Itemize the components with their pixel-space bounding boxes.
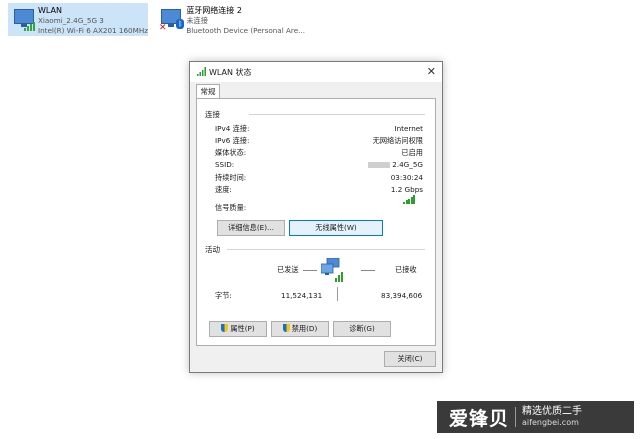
watermark-brand: 爱锋贝	[449, 407, 510, 430]
activity-separator	[337, 287, 338, 301]
row-value: 1.2 Gbps	[390, 185, 423, 194]
title-bar[interactable]: WLAN 状态 ✕	[190, 62, 442, 82]
network-activity-icon	[321, 258, 343, 282]
row-label: SSID:	[215, 160, 235, 169]
received-line	[361, 270, 375, 271]
bluetooth-adapter-icon: ✕ ᛒ	[159, 7, 185, 33]
wlan-status-dialog: WLAN 状态 ✕ 常规 连接 IPv4 连接: Internet IPv6 连…	[189, 61, 443, 373]
row-value: 无网络访问权限	[372, 136, 423, 145]
watermark-url: aifengbei.com	[522, 418, 579, 427]
properties-button[interactable]: 属性(P)	[209, 321, 267, 337]
divider	[249, 114, 425, 115]
wifi-adapter-icon	[12, 7, 35, 31]
diagnose-button[interactable]: 诊断(G)	[333, 321, 391, 337]
shield-icon	[221, 324, 229, 332]
row-value: Internet	[394, 124, 423, 133]
bytes-received-value: 83,394,606	[381, 291, 423, 300]
disable-button[interactable]: 禁用(D)	[271, 321, 329, 337]
redacted-block	[368, 162, 391, 168]
row-value: 2.4G_5G	[392, 160, 423, 169]
info-row: IPv4 连接: Internet	[215, 124, 423, 134]
wireless-properties-button[interactable]: 无线属性(W)	[289, 220, 383, 236]
ssid-value: 2.4G_5G	[368, 160, 423, 169]
row-label: IPv4 连接:	[215, 124, 250, 133]
adapter-network: 未连接	[186, 16, 208, 25]
signal-label: 信号质量:	[215, 203, 247, 212]
row-label: 速度:	[215, 185, 232, 194]
bytes-sent-value: 11,524,131	[281, 291, 323, 300]
adapter-device: Bluetooth Device (Personal Are...	[186, 26, 305, 35]
sent-label: 已发送	[277, 265, 299, 274]
row-label: 持续时间:	[215, 173, 247, 182]
adapter-device: Intel(R) Wi-Fi 6 AX201 160MHz	[37, 26, 148, 35]
row-value: 已启用	[401, 148, 423, 157]
tab-general[interactable]: 常规	[196, 84, 220, 99]
bluetooth-adapter-item[interactable]: ✕ ᛒ 蓝牙网络连接 2 未连接 Bluetooth Device (Perso…	[155, 3, 305, 36]
row-value: 03:30:24	[390, 173, 423, 182]
watermark-divider	[515, 407, 517, 427]
activity-header: 活动	[205, 245, 220, 254]
wlan-adapter-item[interactable]: WLAN Xiaomi_2.4G_5G 3 Intel(R) Wi-Fi 6 A…	[8, 3, 148, 36]
info-row: 媒体状态: 已启用	[215, 148, 423, 158]
shield-icon	[282, 324, 290, 332]
general-panel: 连接 IPv4 连接: Internet IPv6 连接: 无网络访问权限 媒体…	[196, 98, 436, 346]
dialog-title: WLAN 状态	[209, 68, 252, 77]
wifi-signal-icon	[197, 67, 206, 76]
row-label: IPv6 连接:	[215, 136, 250, 145]
details-button[interactable]: 详细信息(E)...	[217, 220, 285, 236]
info-row: 持续时间: 03:30:24	[215, 173, 423, 183]
adapter-name: WLAN	[37, 6, 62, 15]
close-button[interactable]: 关闭(C)	[384, 351, 436, 367]
bluetooth-icon: ᛒ	[176, 19, 185, 29]
row-label: 媒体状态:	[215, 148, 247, 157]
adapter-name: 蓝牙网络连接 2	[186, 6, 242, 15]
info-row: SSID: 2.4G_5G	[215, 160, 423, 170]
sent-line	[303, 270, 317, 271]
watermark-slogan: 精选优质二手	[522, 406, 583, 417]
disconnected-icon: ✕	[159, 23, 167, 33]
disable-label: 禁用(D)	[291, 324, 318, 333]
watermark: 爱锋贝 精选优质二手 aifengbei.com	[437, 401, 634, 433]
connection-header: 连接	[205, 110, 220, 119]
bytes-label: 字节:	[215, 291, 232, 300]
close-icon[interactable]: ✕	[427, 65, 436, 78]
divider	[227, 249, 425, 250]
adapter-network: Xiaomi_2.4G_5G 3	[37, 16, 104, 25]
signal-row: 信号质量:	[215, 203, 423, 213]
properties-label: 属性(P)	[230, 324, 255, 333]
info-row: 速度: 1.2 Gbps	[215, 185, 423, 195]
info-row: IPv6 连接: 无网络访问权限	[215, 136, 423, 146]
received-label: 已接收	[395, 265, 417, 274]
